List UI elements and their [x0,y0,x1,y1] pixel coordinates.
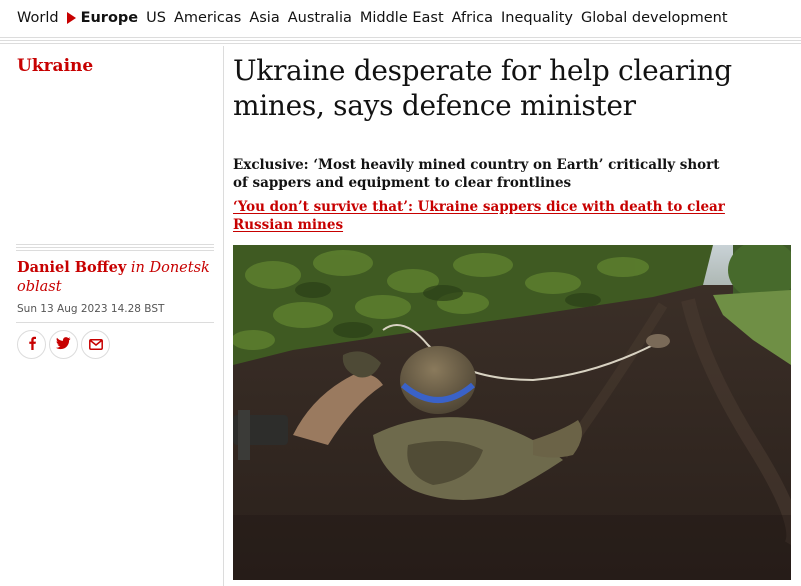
nav-europe-label: Europe [80,10,139,26]
nav-europe[interactable]: Europe [66,10,139,26]
related-article-link[interactable]: ‘You don’t survive that’: Ukraine sapper… [233,198,733,234]
nav-global-development[interactable]: Global development [581,10,728,26]
email-icon [88,335,103,354]
byline: Daniel Boffey in Donetsk oblast [17,258,217,297]
article-main-image [233,245,791,580]
nav-africa[interactable]: Africa [452,10,493,26]
byline-divider [16,244,214,253]
nav-americas[interactable]: Americas [174,10,241,26]
section-label[interactable]: Ukraine [17,56,93,76]
article-standfirst: Exclusive: ‘Most heavily mined country o… [233,157,720,191]
nav-us[interactable]: US [146,10,166,26]
share-email-button[interactable] [81,330,110,359]
publish-date: Sun 13 Aug 2023 14.28 BST [17,303,165,315]
active-arrow-icon [66,12,76,24]
author-name[interactable]: Daniel Boffey [17,259,126,276]
twitter-icon [56,335,71,354]
date-divider [16,322,214,323]
header-divider [0,37,801,44]
nav-asia[interactable]: Asia [249,10,279,26]
nav-australia[interactable]: Australia [288,10,352,26]
nav-middle-east[interactable]: Middle East [360,10,444,26]
facebook-icon [26,335,38,354]
column-divider [223,46,224,586]
share-twitter-button[interactable] [49,330,78,359]
top-nav: World Europe US Americas Asia Australia … [0,0,801,36]
share-facebook-button[interactable] [17,330,46,359]
nav-world[interactable]: World [17,10,59,26]
article-headline: Ukraine desperate for help clearing mine… [233,54,732,122]
soldier-demining-photo [233,245,791,580]
share-buttons [17,330,110,359]
nav-inequality[interactable]: Inequality [501,10,573,26]
